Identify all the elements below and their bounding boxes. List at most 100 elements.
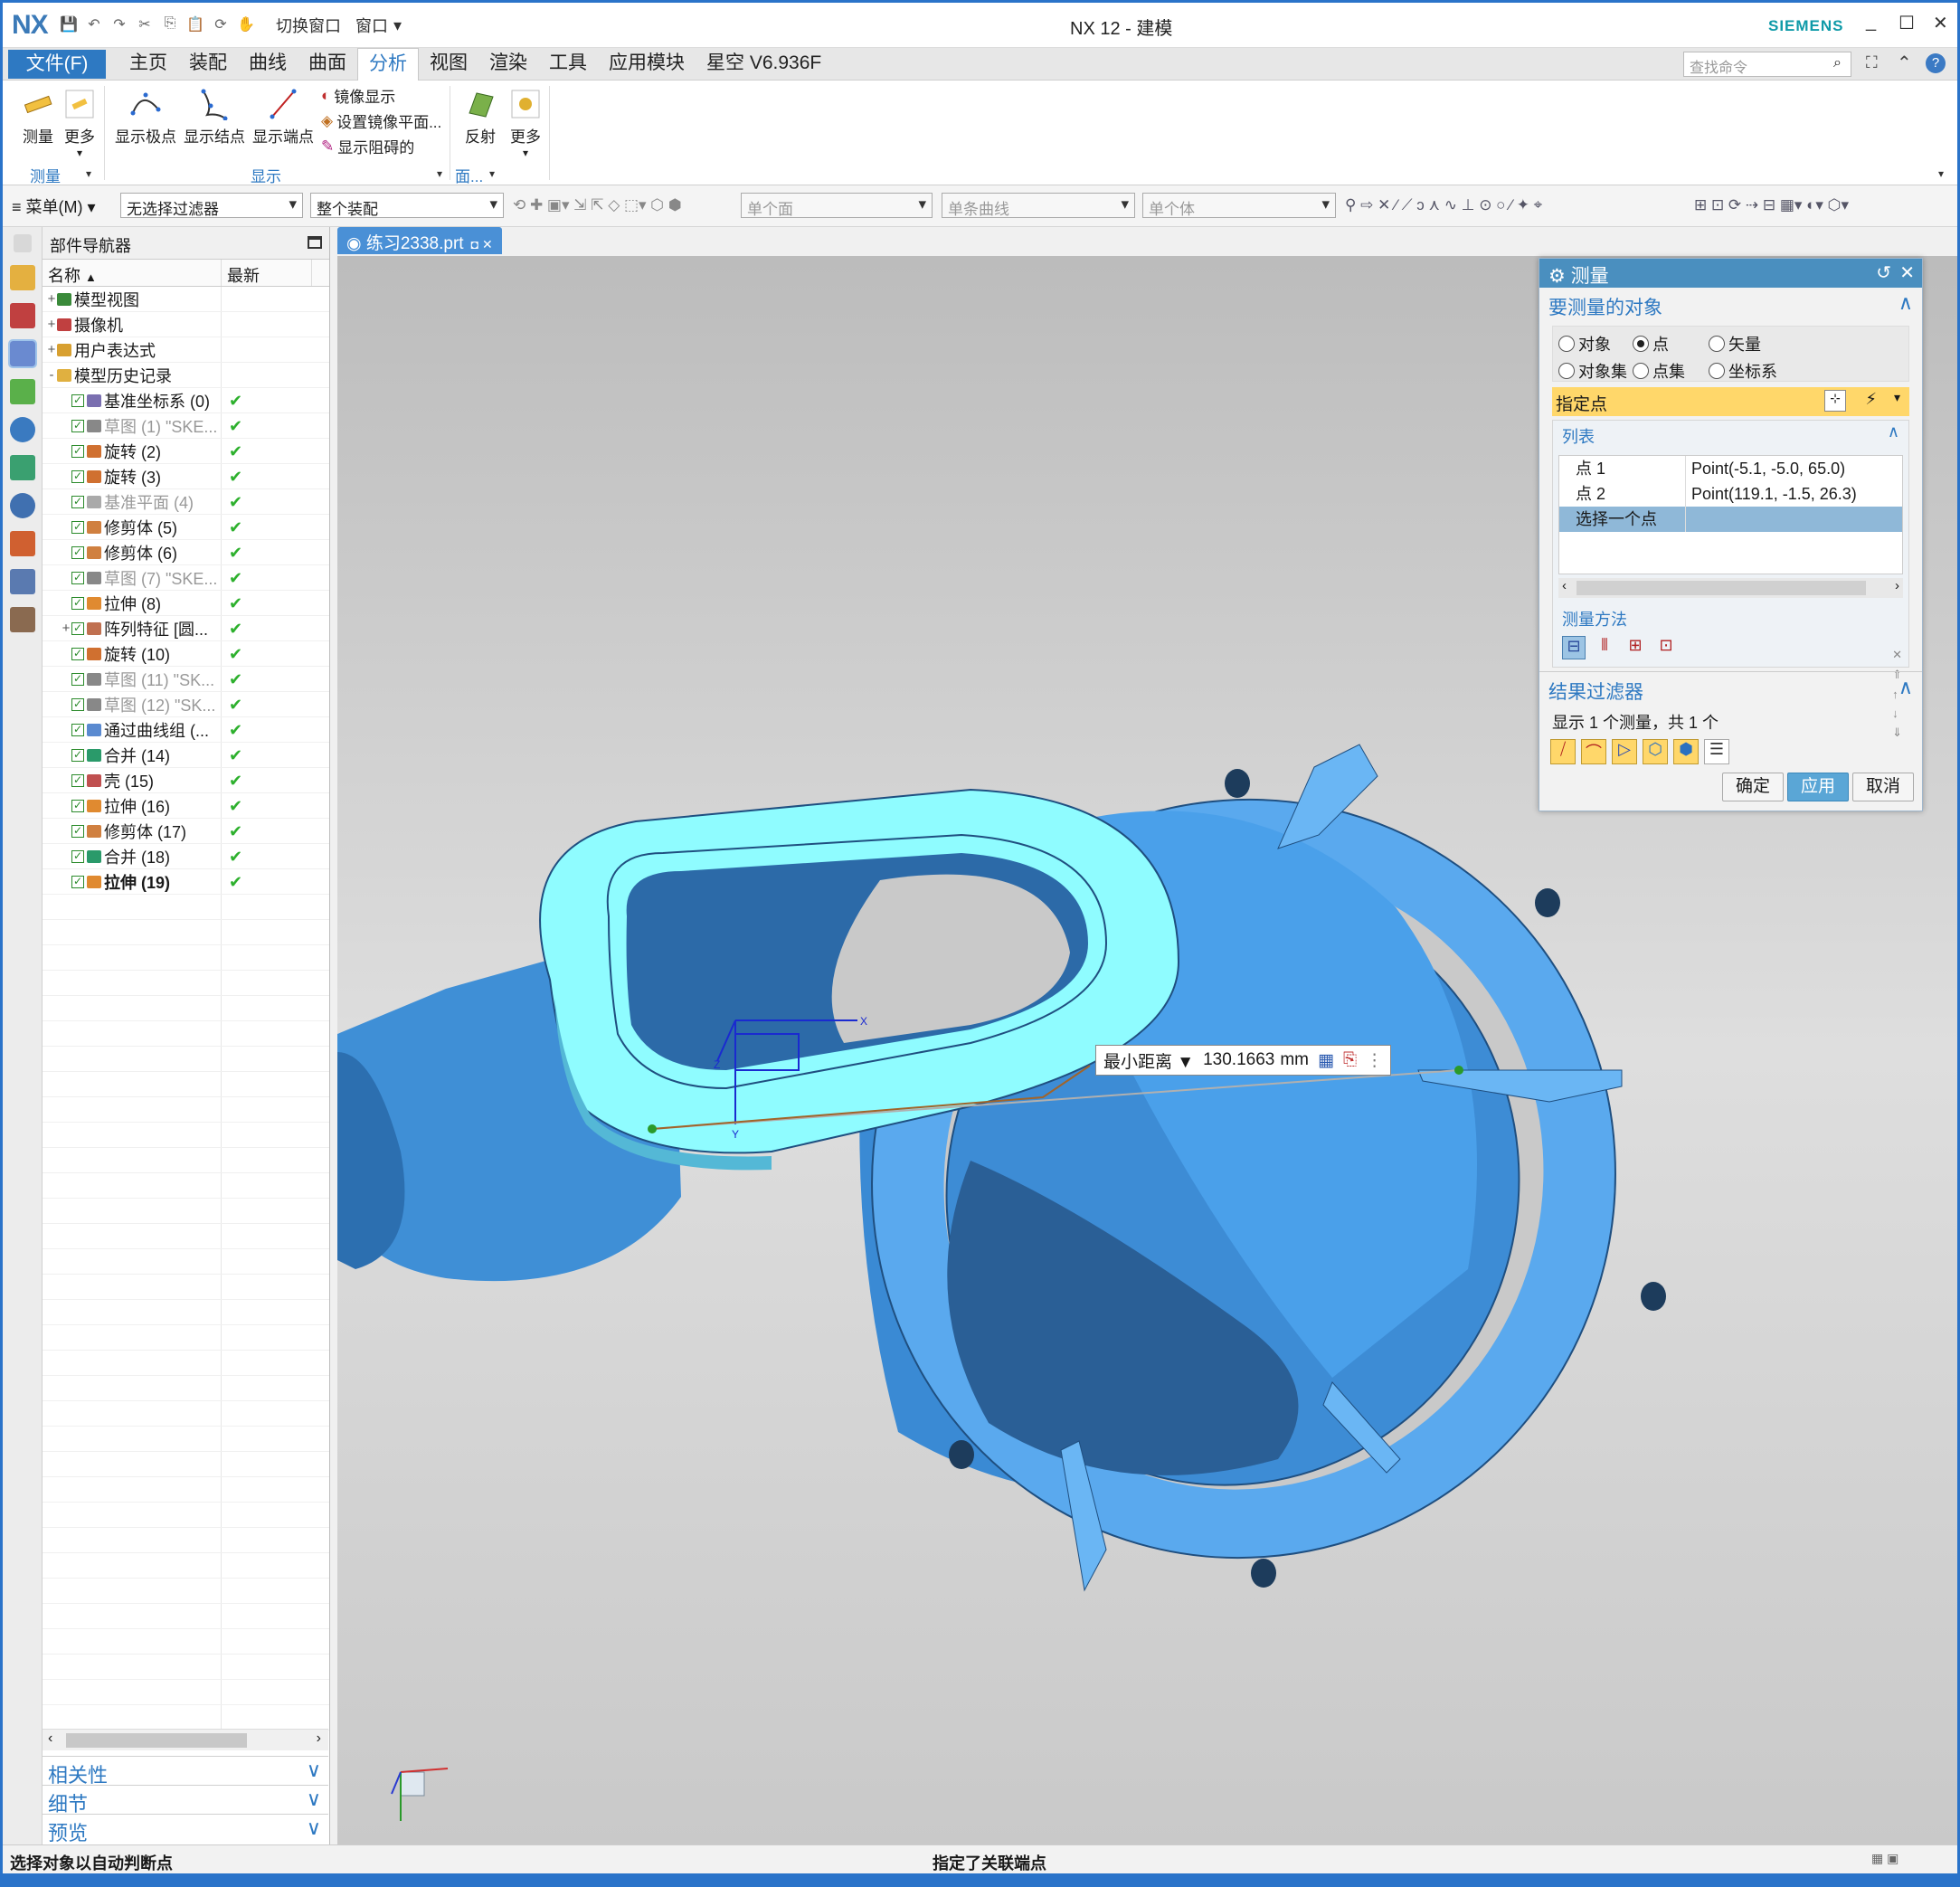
point-list-row[interactable]: 选择一个点	[1559, 507, 1902, 532]
navigator-horizontal-scrollbar[interactable]: ‹ ›	[43, 1729, 328, 1750]
minimize-button[interactable]: _	[1866, 12, 1876, 33]
objects-section-header[interactable]: 要测量的对象 ∧	[1539, 288, 1922, 326]
point-dialog-icon[interactable]: ⊹	[1824, 390, 1846, 412]
navigator-tree-row[interactable]: ✓ 拉伸 (16) ✔	[43, 793, 329, 819]
clipboard-icon[interactable]: ⎘	[1343, 1050, 1357, 1070]
navigator-tree-row[interactable]: ✓ 草图 (7) "SKE... ✔	[43, 565, 329, 591]
dependencies-section[interactable]: 相关性 ∨	[43, 1756, 328, 1787]
tab-6[interactable]: 渲染	[478, 48, 538, 81]
scroll-right-icon[interactable]: ›	[1895, 578, 1899, 593]
inferred-point-icon[interactable]: ⚡	[1865, 390, 1877, 409]
repeat-command-icon[interactable]: ⟳	[211, 15, 231, 35]
mirror-display-button[interactable]: ◐ 镜像显示	[321, 84, 395, 107]
navigator-tree-row[interactable]: ✓ 修剪体 (6) ✔	[43, 540, 329, 565]
navigator-tree-row[interactable]: - 模型历史记录	[43, 363, 329, 388]
visibility-checkbox[interactable]: ✓	[71, 571, 84, 584]
measure-point-2[interactable]	[1454, 1066, 1463, 1075]
column-latest-header[interactable]: 最新	[222, 260, 312, 286]
scrollbar-thumb[interactable]	[66, 1733, 247, 1748]
measure-result-tag[interactable]: 最小距离 ▼ 130.1663 mm ▦ ⎘ ⋮	[1095, 1045, 1392, 1076]
cut-icon[interactable]: ✂	[135, 15, 155, 35]
save-icon[interactable]: 💾	[59, 15, 79, 35]
paste-icon[interactable]: 📋	[185, 15, 205, 35]
visibility-checkbox[interactable]: ✓	[71, 697, 84, 711]
column-name-header[interactable]: 名称 ▲	[43, 260, 222, 286]
selection-tools-icon[interactable]: ⟲ ✚ ▣▾ ⇲ ⇱ ◇ ⬚▾ ⬡ ⬢	[513, 196, 682, 214]
collapse-ribbon-icon[interactable]: ⌃	[1897, 52, 1912, 74]
expand-toggle-icon[interactable]: +	[46, 317, 57, 332]
visibility-checkbox[interactable]: ✓	[71, 545, 84, 559]
point-list-row[interactable]: 点 2 Point(119.1, -1.5, 26.3)	[1559, 481, 1902, 507]
navigator-tree-row[interactable]: ✓ 修剪体 (17) ✔	[43, 819, 329, 844]
radio-option[interactable]: 点集	[1633, 359, 1685, 383]
radio-button[interactable]	[1558, 336, 1575, 352]
status-icons[interactable]: ▦ ▣	[1871, 1851, 1898, 1866]
navigator-tree-row[interactable]: ✓ 草图 (1) "SKE... ✔	[43, 413, 329, 439]
tab-0[interactable]: 主页	[118, 48, 178, 81]
navigator-tree-row[interactable]: ✓ 旋转 (10) ✔	[43, 641, 329, 667]
tab-8[interactable]: 应用模块	[598, 48, 696, 81]
navigator-tree-row[interactable]: ✓ 通过曲线组 (... ✔	[43, 717, 329, 743]
selection-scope-dropdown[interactable]: 整个装配	[310, 193, 504, 218]
reflect-button[interactable]: 反射	[459, 88, 502, 147]
navigator-tree-row[interactable]: + 模型视图	[43, 287, 329, 312]
volume-filter-icon[interactable]: ⬢	[1673, 739, 1699, 764]
visibility-checkbox[interactable]: ✓	[71, 723, 84, 736]
redo-icon[interactable]: ↷	[109, 15, 129, 35]
apply-button[interactable]: 应用	[1787, 773, 1849, 801]
show-blocking-button[interactable]: ✎ 显示阻碍的	[321, 135, 414, 157]
navigator-tree-row[interactable]: ✓ 旋转 (2) ✔	[43, 439, 329, 464]
show-poles-button[interactable]: 显示极点	[111, 88, 180, 147]
chevron-down-icon[interactable]: ▾	[86, 167, 91, 180]
navigator-tree-row[interactable]: ✓ 旋转 (3) ✔	[43, 464, 329, 489]
screen-distance-icon[interactable]: ⊞	[1624, 636, 1647, 659]
scrollbar-thumb[interactable]	[1577, 581, 1866, 595]
vector-filter-icon[interactable]: ▷	[1612, 739, 1637, 764]
snap-point-icons[interactable]: ⚲ ⇨ ✕ ⁄ ⟋ ↄ ⋏ ∿ ⊥ ⊙ ○ ⁄ ✦ ⌖	[1345, 196, 1542, 214]
radio-button[interactable]	[1633, 336, 1649, 352]
expand-toggle-icon[interactable]: +	[46, 291, 57, 307]
file-menu-button[interactable]: 文件(F)	[8, 50, 106, 79]
window-restore-icon[interactable]	[308, 236, 322, 249]
move-down-icon[interactable]: ⇓	[1892, 725, 1902, 740]
navigator-tree-row[interactable]: ✓ 草图 (11) "SK... ✔	[43, 667, 329, 692]
visibility-checkbox[interactable]: ✓	[71, 419, 84, 432]
navigator-tree-row[interactable]: ✓ 拉伸 (8) ✔	[43, 591, 329, 616]
radio-button[interactable]	[1558, 363, 1575, 379]
expand-toggle-icon[interactable]: -	[46, 367, 57, 383]
curve-rule-dropdown[interactable]: 单条曲线	[942, 193, 1135, 218]
visibility-checkbox[interactable]: ✓	[71, 495, 84, 508]
undo-icon[interactable]: ↶	[84, 15, 104, 35]
preview-section[interactable]: 预览 ∨	[43, 1814, 328, 1844]
radio-option[interactable]: 对象	[1558, 332, 1611, 356]
constraint-navigator-icon[interactable]	[9, 303, 35, 328]
view-tools-icons[interactable]: ⊞ ⊡ ⟳ ⇢ ⊟ ▦▾ ◐▾ ⬡▾	[1694, 196, 1849, 214]
measure-point-1[interactable]	[648, 1124, 657, 1133]
list-section-header[interactable]: 列表 ∧	[1553, 421, 1908, 451]
area-filter-icon[interactable]: ⬡	[1643, 739, 1668, 764]
visibility-checkbox[interactable]: ✓	[71, 799, 84, 812]
radio-option[interactable]: 点	[1633, 332, 1669, 356]
navigator-tree-row[interactable]: + 摄像机	[43, 312, 329, 337]
radio-button[interactable]	[1709, 363, 1725, 379]
visibility-checkbox[interactable]: ✓	[71, 520, 84, 534]
switch-window-button[interactable]: 切换窗口	[276, 14, 341, 37]
visibility-checkbox[interactable]: ✓	[71, 596, 84, 610]
navigator-tree-row[interactable]: ✓ 壳 (15) ✔	[43, 768, 329, 793]
settings-icon[interactable]	[13, 234, 32, 252]
measure-dialog-title-bar[interactable]: ⚙ 测量 ↺ ✕	[1539, 259, 1922, 288]
tab-3[interactable]: 曲面	[298, 48, 357, 81]
history-icon[interactable]	[9, 493, 35, 518]
distance-filter-icon[interactable]: ⧸	[1550, 739, 1576, 764]
ribbon-options-icon[interactable]: ▾	[1938, 167, 1944, 180]
body-rule-dropdown[interactable]: 单个体	[1142, 193, 1336, 218]
close-icon[interactable]: ✕	[1899, 261, 1915, 284]
show-knots-button[interactable]: 显示结点	[180, 88, 249, 147]
selection-filter-dropdown[interactable]: 无选择过滤器	[120, 193, 303, 218]
chevron-down-icon[interactable]: ▾	[489, 167, 495, 180]
more-measure-button[interactable]: 更多 ▾	[61, 88, 99, 159]
list-filter-icon[interactable]: ☰	[1704, 739, 1729, 764]
tab-4[interactable]: 分析	[357, 48, 419, 81]
visibility-checkbox[interactable]: ✓	[71, 748, 84, 762]
web-browser-icon[interactable]	[9, 455, 35, 480]
